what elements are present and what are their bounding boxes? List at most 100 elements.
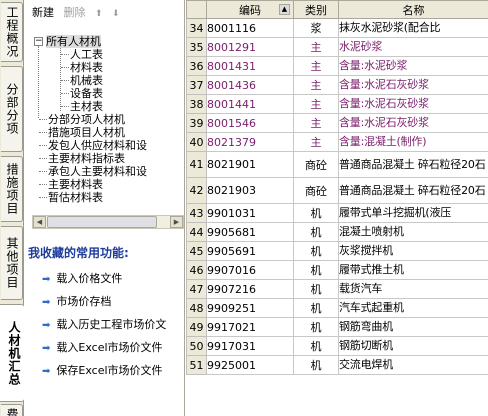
row-number[interactable]: 36 xyxy=(186,56,207,76)
cell-class[interactable]: 主 xyxy=(293,132,339,152)
cell-code[interactable]: 8001116 xyxy=(206,18,294,38)
fav-load-history-market-price[interactable]: ➡ 载入历史工程市场价文 xyxy=(42,316,166,332)
cell-name[interactable]: 履带式单斗挖掘机(液压 xyxy=(338,203,488,223)
fav-market-price-archive[interactable]: ➡ 市场价存档 xyxy=(42,293,111,309)
tree-node-equipment[interactable]: 设备表 xyxy=(70,87,103,100)
tree-node-main-materials-list[interactable]: 主要材料表 xyxy=(48,178,103,191)
cell-name[interactable]: 水泥砂浆 xyxy=(338,37,488,57)
row-number[interactable]: 47 xyxy=(186,279,207,299)
cell-code[interactable]: 8021379 xyxy=(206,132,294,152)
cell-name[interactable]: 含量:水泥石灰砂浆 xyxy=(338,75,488,95)
cell-name[interactable]: 普通商品混凝土 碎石粒径20石 xyxy=(338,177,488,204)
cell-code[interactable]: 9901031 xyxy=(206,203,294,223)
cell-class[interactable]: 机 xyxy=(293,203,339,223)
column-header-name[interactable]: 名称 xyxy=(338,0,488,19)
table-row[interactable]: 48 9909251 机汽车式起重机 xyxy=(186,298,488,318)
delete-button[interactable]: 删除 xyxy=(64,6,86,19)
cell-class[interactable]: 浆 xyxy=(293,18,339,38)
row-number[interactable]: 39 xyxy=(186,113,207,133)
cell-class[interactable]: 机 xyxy=(293,355,339,375)
tab-measures[interactable]: 措施项目 xyxy=(1,156,23,222)
collapse-expander-icon[interactable]: − xyxy=(34,37,43,46)
row-number[interactable]: 37 xyxy=(186,75,207,95)
fav-load-excel-market-price[interactable]: ➡ 载入Excel市场价文件 xyxy=(42,339,163,355)
scroll-left-icon[interactable]: ◀ xyxy=(33,216,46,228)
tree-node-sub-items[interactable]: 分部分项人材机 xyxy=(48,113,125,126)
cell-name[interactable]: 含量:水泥石灰砂浆 xyxy=(338,113,488,133)
tab-sub-items[interactable]: 分部分项 xyxy=(1,66,23,152)
cell-name[interactable]: 交流电焊机 xyxy=(338,355,488,375)
table-row[interactable]: 34 8001116 浆抹灰水泥砂浆(配合比 xyxy=(186,18,488,38)
table-row[interactable]: 46 9907016 机履带式推土机 xyxy=(186,260,488,280)
table-row[interactable]: 50 9917031 机钢筋切断机 xyxy=(186,336,488,356)
cell-code[interactable]: 9905681 xyxy=(206,222,294,242)
tab-fees[interactable]: 费 xyxy=(1,404,23,416)
cell-code[interactable]: 9917021 xyxy=(206,317,294,337)
cell-name[interactable]: 钢筋弯曲机 xyxy=(338,317,488,337)
cell-code[interactable]: 9917031 xyxy=(206,336,294,356)
table-row[interactable]: 41 8021901 商砼 普通商品混凝土 碎石粒径20石 xyxy=(186,151,488,178)
tree-node-machine[interactable]: 机械表 xyxy=(70,74,103,87)
cell-code[interactable]: 9925001 xyxy=(206,355,294,375)
cell-name[interactable]: 灰浆搅拌机 xyxy=(338,241,488,261)
cell-code[interactable]: 9907216 xyxy=(206,279,294,299)
table-row[interactable]: 35 8001291 主水泥砂浆 xyxy=(186,37,488,57)
table-row[interactable]: 51 9925001 机交流电焊机 xyxy=(186,355,488,375)
cell-class[interactable]: 商砼 xyxy=(293,177,339,204)
row-number[interactable]: 45 xyxy=(186,241,207,261)
tree-node-material[interactable]: 材料表 xyxy=(70,61,103,74)
cell-code[interactable]: 9905691 xyxy=(206,241,294,261)
cell-name[interactable]: 钢筋切断机 xyxy=(338,336,488,356)
cell-class[interactable]: 机 xyxy=(293,222,339,242)
cell-name[interactable]: 履带式推土机 xyxy=(338,260,488,280)
tree-node-labor[interactable]: 人工表 xyxy=(70,48,103,61)
row-number[interactable]: 44 xyxy=(186,222,207,242)
row-number[interactable]: 35 xyxy=(186,37,207,57)
cell-name[interactable]: 普通商品混凝土 碎石粒径20石 xyxy=(338,151,488,178)
cell-class[interactable]: 机 xyxy=(293,260,339,280)
tree-node-contractor-materials[interactable]: 承包人主要材料和设 xyxy=(48,165,147,178)
cell-code[interactable]: 8021901 xyxy=(206,151,294,178)
cell-class[interactable]: 机 xyxy=(293,336,339,356)
new-button[interactable]: 新建 xyxy=(32,6,54,19)
tree-node-material-index[interactable]: 主要材料指标表 xyxy=(48,152,125,165)
table-row[interactable]: 43 9901031 机履带式单斗挖掘机(液压 xyxy=(186,203,488,223)
table-row[interactable]: 42 8021903 商砼 普通商品混凝土 碎石粒径20石 xyxy=(186,177,488,204)
tab-labor-material-machine-summary[interactable]: 人材机汇总 xyxy=(0,304,24,402)
row-number[interactable]: 48 xyxy=(186,298,207,318)
tree-horizontal-scrollbar[interactable]: ◀ ▶ xyxy=(32,215,184,229)
row-number[interactable]: 50 xyxy=(186,336,207,356)
scroll-right-icon[interactable]: ▶ xyxy=(170,216,183,228)
fav-load-price-file[interactable]: ➡ 载入价格文件 xyxy=(42,270,122,286)
row-number[interactable]: 42 xyxy=(186,177,207,204)
table-row[interactable]: 49 9917021 机钢筋弯曲机 xyxy=(186,317,488,337)
cell-class[interactable]: 机 xyxy=(293,298,339,318)
cell-name[interactable]: 混凝土喷射机 xyxy=(338,222,488,242)
tree-node-measures[interactable]: 措施项目人材机 xyxy=(48,126,125,139)
tree-node-main-material[interactable]: 主材表 xyxy=(70,100,103,113)
up-arrow-icon[interactable]: ⬆ xyxy=(95,9,103,19)
row-number[interactable]: 34 xyxy=(186,18,207,38)
column-header-class[interactable]: 类别 xyxy=(293,0,339,19)
row-number[interactable]: 41 xyxy=(186,151,207,178)
cell-class[interactable]: 机 xyxy=(293,241,339,261)
tree-node-owner-supplied[interactable]: 发包人供应材料和设 xyxy=(48,139,147,152)
cell-class[interactable]: 机 xyxy=(293,279,339,299)
column-header-code[interactable]: 编码 ▲ xyxy=(206,0,294,19)
cell-code[interactable]: 9907016 xyxy=(206,260,294,280)
cell-class[interactable]: 主 xyxy=(293,113,339,133)
cell-class[interactable]: 主 xyxy=(293,56,339,76)
cell-class[interactable]: 主 xyxy=(293,94,339,114)
row-number[interactable]: 38 xyxy=(186,94,207,114)
cell-code[interactable]: 8001436 xyxy=(206,75,294,95)
cell-code[interactable]: 8001546 xyxy=(206,113,294,133)
fav-save-excel-market-price[interactable]: ➡ 保存Excel市场价文件 xyxy=(42,362,163,378)
table-row[interactable]: 38 8001441 主含量:水泥石灰砂浆 xyxy=(186,94,488,114)
cell-name[interactable]: 汽车式起重机 xyxy=(338,298,488,318)
cell-name[interactable]: 载货汽车 xyxy=(338,279,488,299)
cell-code[interactable]: 9909251 xyxy=(206,298,294,318)
table-row[interactable]: 44 9905681 机混凝土喷射机 xyxy=(186,222,488,242)
cell-code[interactable]: 8001431 xyxy=(206,56,294,76)
table-row[interactable]: 40 8021379 主含量:混凝土(制作) xyxy=(186,132,488,152)
row-number[interactable]: 43 xyxy=(186,203,207,223)
